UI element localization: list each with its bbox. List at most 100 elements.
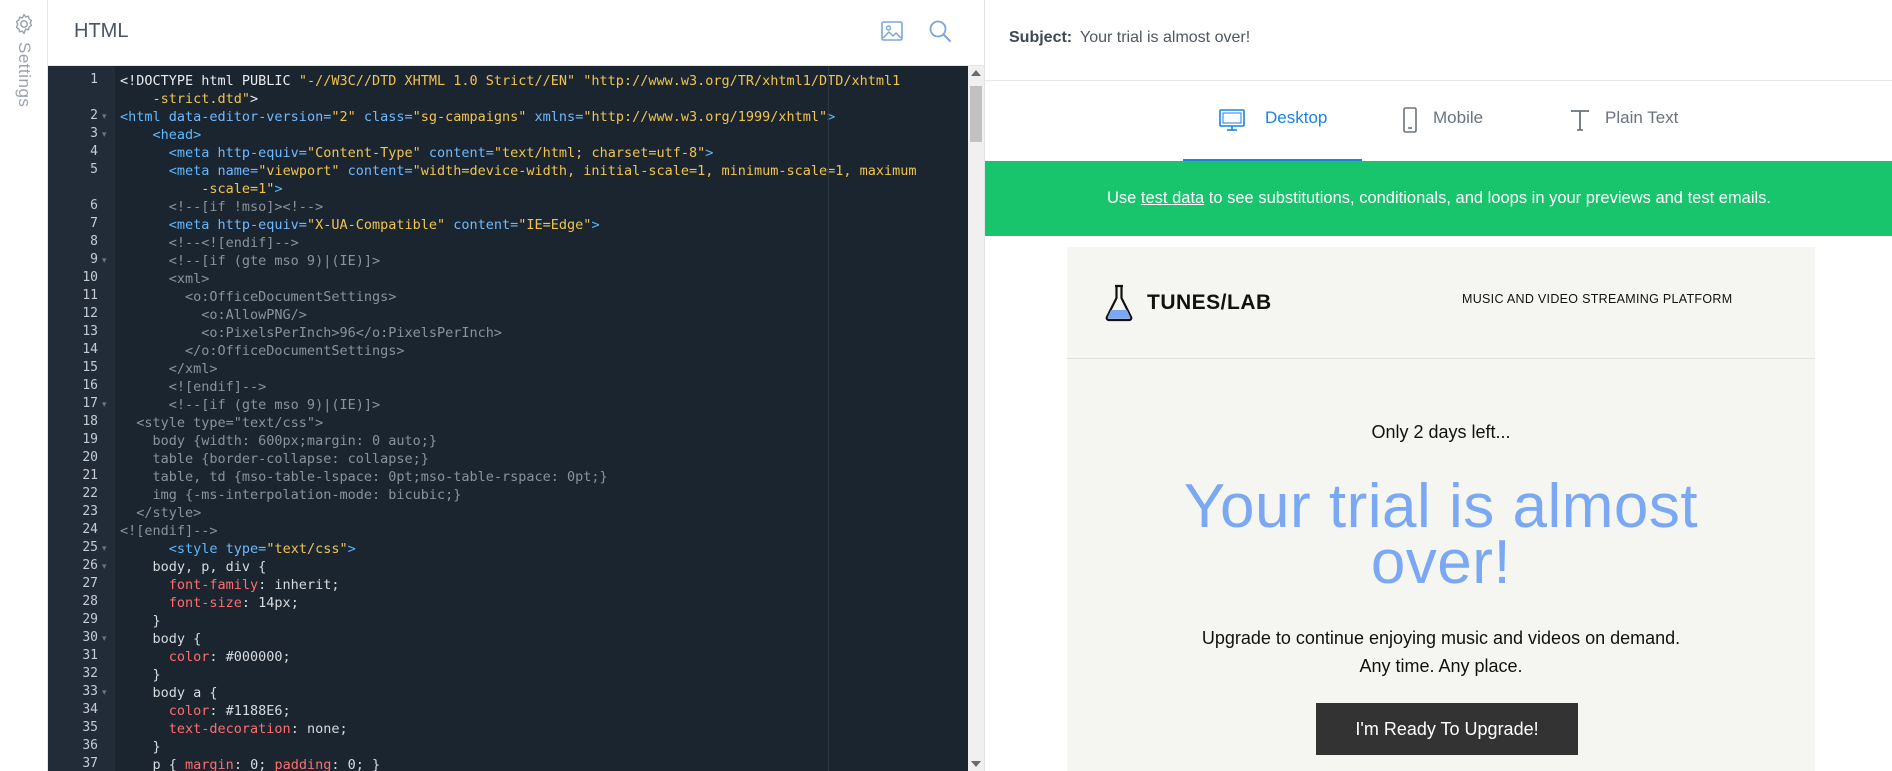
code-area[interactable]: <!DOCTYPE html PUBLIC "-//W3C//DTD XHTML… [115, 66, 968, 771]
code-line[interactable]: body {width: 600px;margin: 0 auto;} [115, 432, 968, 450]
code-line-text: <o:PixelsPerInch>96</o:PixelsPerInch> [120, 324, 502, 342]
fold-arrow-icon[interactable]: ▾ [102, 633, 107, 644]
code-line-text: </xml> [120, 360, 218, 378]
tab-mobile[interactable]: Mobile [1395, 81, 1525, 161]
code-line[interactable]: <style type="text/css"> [115, 414, 968, 432]
search-icon[interactable] [926, 17, 954, 45]
code-line[interactable]: <meta http-equiv="X-UA-Compatible" conte… [115, 216, 968, 234]
subject-value: Your trial is almost over! [1080, 29, 1251, 46]
settings-label[interactable]: Settings [14, 42, 34, 107]
email-body-line-1: Upgrade to continue enjoying music and v… [1201, 628, 1681, 648]
line-number: 22 [82, 486, 98, 501]
scroll-down-icon[interactable] [971, 761, 981, 767]
code-line[interactable]: body { [115, 630, 968, 648]
editor-scrollbar[interactable] [968, 66, 984, 771]
code-line[interactable]: <!DOCTYPE html PUBLIC "-//W3C//DTD XHTML… [115, 72, 968, 90]
fold-arrow-icon[interactable]: ▾ [102, 111, 107, 122]
code-line[interactable]: <!--<![endif]--> [115, 234, 968, 252]
code-token: class= [355, 109, 413, 125]
test-data-link[interactable]: test data [1141, 189, 1204, 207]
code-line[interactable]: body, p, div { [115, 558, 968, 576]
phone-icon [1403, 107, 1417, 133]
code-line[interactable]: } [115, 666, 968, 684]
code-line[interactable]: -scale=1"> [115, 180, 968, 198]
code-token: <o:AllowPNG/> [120, 307, 307, 323]
code-line[interactable]: <o:OfficeDocumentSettings> [115, 288, 968, 306]
code-token: "http://www.w3.org/1999/xhtml" [583, 109, 828, 125]
code-token: > [347, 541, 356, 557]
code-line-text: table, td {mso-table-lspace: 0pt;mso-tab… [120, 468, 608, 486]
code-line[interactable]: </o:OfficeDocumentSettings> [115, 342, 968, 360]
scroll-thumb[interactable] [970, 86, 982, 142]
code-line-text: } [120, 738, 161, 756]
scroll-up-icon[interactable] [971, 70, 981, 76]
code-line[interactable]: <!--[if (gte mso 9)|(IE)]> [115, 396, 968, 414]
line-number: 29 [82, 612, 98, 627]
tab-desktop[interactable]: Desktop [1183, 81, 1362, 161]
code-line[interactable]: <xml> [115, 270, 968, 288]
code-line[interactable]: body a { [115, 684, 968, 702]
code-line-text: <o:OfficeDocumentSettings> [120, 288, 396, 306]
code-line[interactable]: } [115, 738, 968, 756]
code-line-text: <!--[if (gte mso 9)|(IE)]> [120, 252, 380, 270]
brand-tagline: MUSIC AND VIDEO STREAMING PLATFORM [1462, 292, 1733, 306]
code-line-text: color: #1188E6; [120, 702, 291, 720]
code-line-text: } [120, 666, 161, 684]
test-data-banner: Use test data to see substitutions, cond… [985, 161, 1892, 236]
upgrade-button[interactable]: I'm Ready To Upgrade! [1316, 703, 1578, 755]
code-line[interactable]: </xml> [115, 360, 968, 378]
code-line[interactable]: font-size: 14px; [115, 594, 968, 612]
line-number-gutter: 1 2 ▾ 3 ▾ 4 5 6 7 8 9 ▾ 10 11 12 13 14 15 16 17 ▾ 18 19 20 21 22 2… [48, 66, 115, 771]
settings-rail[interactable]: Settings [0, 0, 48, 771]
line-number: 16 [82, 378, 98, 393]
code-line[interactable]: <!--[if (gte mso 9)|(IE)]> [115, 252, 968, 270]
code-token: "viewport" [258, 163, 340, 179]
code-line[interactable]: p { margin: 0; padding: 0; } [115, 756, 968, 771]
code-line[interactable]: color: #000000; [115, 648, 968, 666]
code-line[interactable]: -strict.dtd"> [115, 90, 968, 108]
image-icon[interactable] [878, 17, 906, 45]
code-line[interactable]: <![endif]--> [115, 378, 968, 396]
code-line[interactable]: <o:AllowPNG/> [115, 306, 968, 324]
line-number: 13 [82, 324, 98, 339]
fold-arrow-icon[interactable]: ▾ [102, 255, 107, 266]
code-line[interactable]: img {-ms-interpolation-mode: bicubic;} [115, 486, 968, 504]
code-token: : inherit; [258, 577, 340, 593]
app-root: Settings HTML 1 2 ▾ 3 ▾ 4 5 6 7 8 9 ▾ 10 11 12 13 14 15 16… [0, 0, 1892, 771]
code-token: <xml> [120, 271, 210, 287]
code-line[interactable]: <html data-editor-version="2" class="sg-… [115, 108, 968, 126]
code-line[interactable]: color: #1188E6; [115, 702, 968, 720]
tab-mobile-label: Mobile [1433, 108, 1484, 127]
code-line[interactable]: </style> [115, 504, 968, 522]
line-number: 9 [90, 252, 98, 267]
code-token: : 0; } [331, 757, 381, 771]
gear-icon[interactable] [12, 12, 36, 36]
code-line-text: color: #000000; [120, 648, 291, 666]
code-line[interactable]: table {border-collapse: collapse;} [115, 450, 968, 468]
code-line[interactable]: <![endif]--> [115, 522, 968, 540]
code-token: </xml> [120, 361, 218, 377]
line-number: 15 [82, 360, 98, 375]
fold-arrow-icon[interactable]: ▾ [102, 687, 107, 698]
code-token: name= [209, 163, 259, 179]
code-token: body a { [120, 685, 218, 701]
tab-plain-text[interactable]: Plain Text [1565, 81, 1715, 161]
code-line[interactable]: <meta http-equiv="Content-Type" content=… [115, 144, 968, 162]
fold-arrow-icon[interactable]: ▾ [102, 543, 107, 554]
settings-label-wrap[interactable]: Settings [12, 42, 36, 122]
code-line[interactable]: <o:PixelsPerInch>96</o:PixelsPerInch> [115, 324, 968, 342]
fold-arrow-icon[interactable]: ▾ [102, 399, 107, 410]
fold-arrow-icon[interactable]: ▾ [102, 129, 107, 140]
code-line[interactable]: table, td {mso-table-lspace: 0pt;mso-tab… [115, 468, 968, 486]
code-line[interactable]: text-decoration: none; [115, 720, 968, 738]
code-line[interactable]: } [115, 612, 968, 630]
code-line[interactable]: <style type="text/css"> [115, 540, 968, 558]
code-token: </style> [120, 505, 202, 521]
code-line[interactable]: font-family: inherit; [115, 576, 968, 594]
tab-desktop-label: Desktop [1265, 108, 1328, 127]
fold-arrow-icon[interactable]: ▾ [102, 561, 107, 572]
code-line[interactable]: <!--[if !mso]><!--> [115, 198, 968, 216]
code-token: <!DOCTYPE html PUBLIC [120, 73, 299, 89]
code-line[interactable]: <head> [115, 126, 968, 144]
code-line[interactable]: <meta name="viewport" content="width=dev… [115, 162, 968, 180]
